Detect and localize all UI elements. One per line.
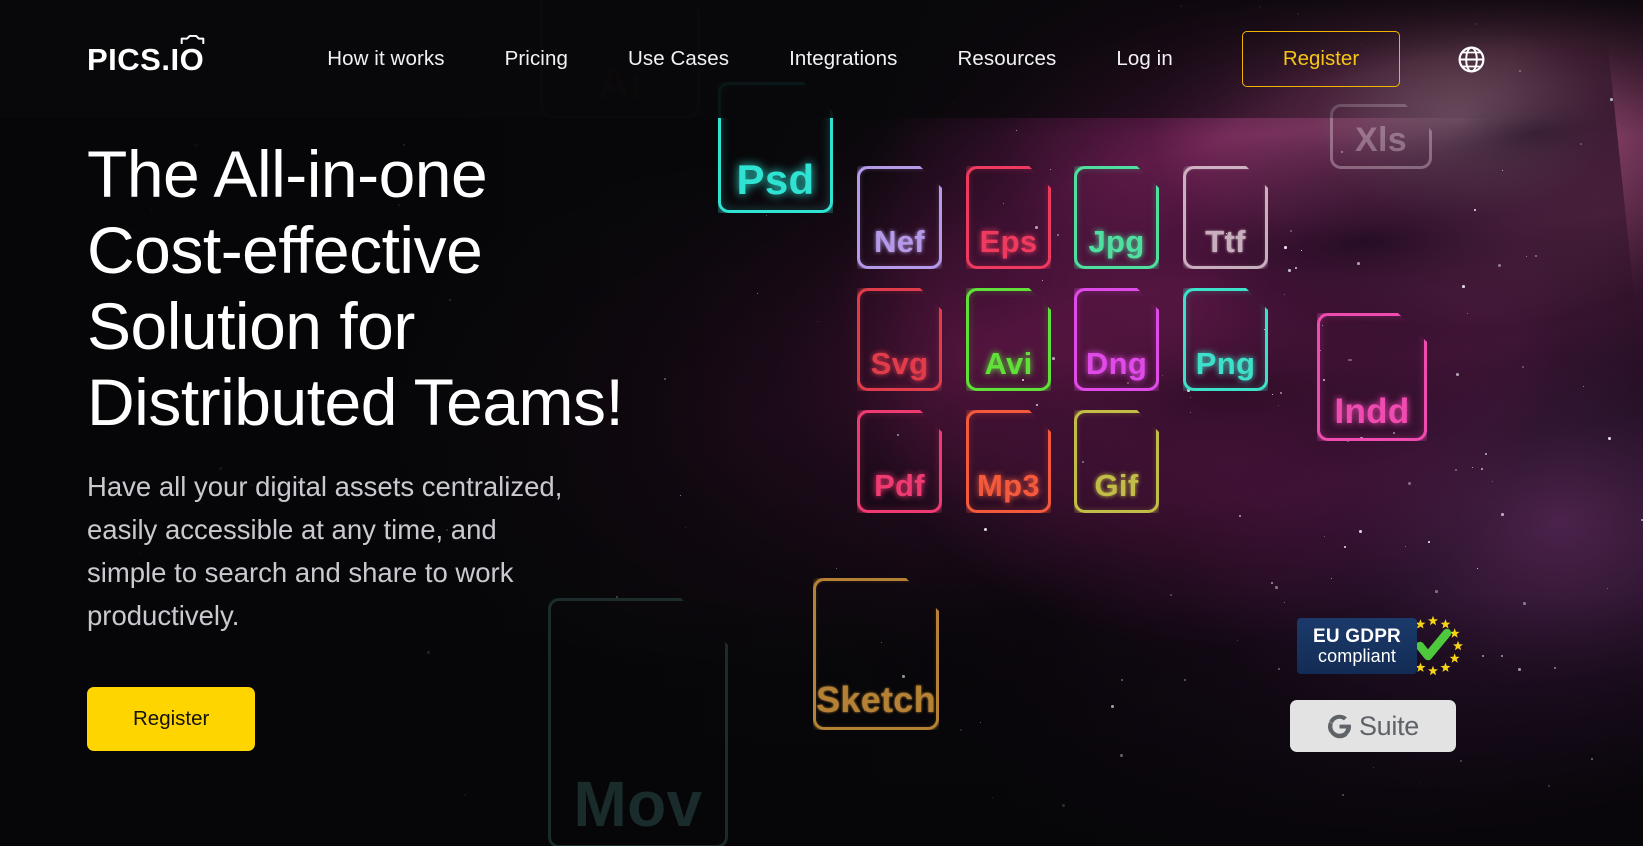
file-icon-label: Indd xyxy=(1334,392,1410,431)
file-icon-svg: Svg xyxy=(857,288,942,391)
file-icon-label: Mp3 xyxy=(977,468,1040,503)
file-icon-indd: Indd xyxy=(1317,313,1427,441)
nav-integrations[interactable]: Integrations xyxy=(759,47,927,71)
primary-nav: How it works Pricing Use Cases Integrations… xyxy=(297,47,1203,71)
file-icon-png: Png xyxy=(1183,288,1268,391)
g-suite-badge: Suite xyxy=(1290,700,1456,752)
file-icon-sketch: Sketch xyxy=(813,578,939,730)
g-suite-label: Suite xyxy=(1358,710,1420,741)
gdpr-plate: EU GDPR compliant xyxy=(1297,618,1417,674)
file-icon-label: Svg xyxy=(870,346,929,381)
google-g-icon xyxy=(1327,714,1351,738)
file-icon-gif: Gif xyxy=(1074,410,1159,513)
file-icon-label: Jpg xyxy=(1088,224,1145,259)
file-icon-eps: Eps xyxy=(966,166,1051,269)
nav-pricing[interactable]: Pricing xyxy=(475,47,598,71)
logo-text-pics: PICS. xyxy=(87,41,171,77)
file-icon-avi: Avi xyxy=(966,288,1051,391)
file-icon-label: Nef xyxy=(874,224,925,259)
file-icon-dng: Dng xyxy=(1074,288,1159,391)
logo-text-io-wrapper: IO xyxy=(170,34,205,77)
file-icon-mp3: Mp3 xyxy=(966,410,1051,513)
checkmark-icon xyxy=(1415,628,1452,661)
file-icon-label: Pdf xyxy=(874,468,925,503)
eu-gdpr-compliant-badge: EU GDPR compliant xyxy=(1297,615,1469,677)
file-icon-pdf: Pdf xyxy=(857,410,942,513)
file-icon-label: Mov xyxy=(573,768,703,840)
file-icon-nef: Nef xyxy=(857,166,942,269)
nav-resources[interactable]: Resources xyxy=(927,47,1086,71)
globe-icon[interactable] xyxy=(1456,44,1487,75)
nav-log-in[interactable]: Log in xyxy=(1086,47,1202,71)
file-icon-ttf: Ttf xyxy=(1183,166,1268,269)
hero-subtitle: Have all your digital assets centralized… xyxy=(87,471,563,631)
file-icon-label: Eps xyxy=(979,224,1038,259)
file-icon-label: Avi xyxy=(984,346,1033,381)
camera-icon xyxy=(180,34,205,44)
file-icon-jpg: Jpg xyxy=(1074,166,1159,269)
file-icon-label: Ttf xyxy=(1205,224,1246,259)
gdpr-line-1: EU GDPR xyxy=(1313,625,1401,647)
register-button-hero[interactable]: Register xyxy=(87,687,256,751)
page-title: The All-in-one Cost-effective Solution f… xyxy=(87,137,624,439)
logo-text-io: IO xyxy=(170,41,205,77)
file-icon-label: Gif xyxy=(1094,468,1139,503)
file-icon-label: Xls xyxy=(1355,121,1407,159)
nav-how-it-works[interactable]: How it works xyxy=(297,47,474,71)
gdpr-line-2: compliant xyxy=(1318,645,1396,666)
top-navigation-bar: PICS. IO How it works Pricing Use Cases Int… xyxy=(0,0,1643,118)
nav-use-cases[interactable]: Use Cases xyxy=(598,47,759,71)
register-button-nav[interactable]: Register xyxy=(1241,31,1401,87)
file-icon-label: Dng xyxy=(1085,346,1148,381)
file-icon-label: Sketch xyxy=(816,679,936,720)
site-logo[interactable]: PICS. IO xyxy=(87,34,205,77)
file-icon-label: Png xyxy=(1195,346,1256,381)
hero-section: The All-in-one Cost-effective Solution f… xyxy=(87,136,787,751)
